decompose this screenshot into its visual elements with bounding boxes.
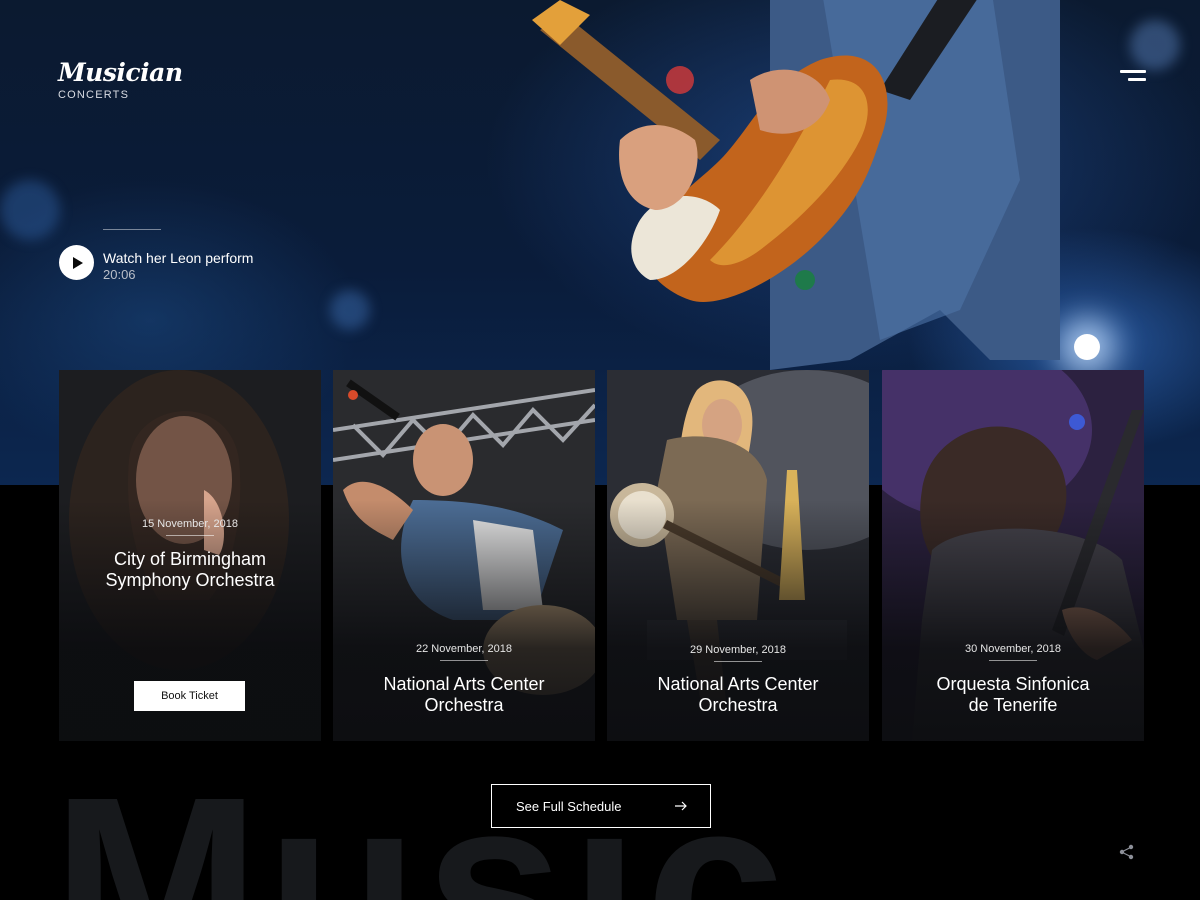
bokeh-light xyxy=(1130,20,1180,70)
date-underline xyxy=(440,660,488,661)
brand-logo[interactable]: Musician CONCERTS xyxy=(58,58,183,101)
logo-subtitle: CONCERTS xyxy=(58,89,130,101)
concert-title: Orquesta Sinfonica de Tenerife xyxy=(936,674,1090,715)
background-watermark: Music xyxy=(52,760,791,900)
concert-date: 29 November, 2018 xyxy=(689,644,786,656)
menu-line xyxy=(1120,70,1146,73)
book-ticket-button[interactable]: Book Ticket xyxy=(134,681,245,711)
concert-date: 30 November, 2018 xyxy=(964,643,1061,655)
arrow-right-icon xyxy=(675,801,687,811)
concert-card[interactable]: 15 November, 2018 City of Birmingham Sym… xyxy=(59,370,321,741)
share-icon[interactable] xyxy=(1118,843,1136,861)
concert-date: 22 November, 2018 xyxy=(415,643,512,655)
bokeh-light xyxy=(330,290,370,330)
date-underline xyxy=(989,660,1037,661)
concert-date: 15 November, 2018 xyxy=(141,518,238,530)
menu-icon[interactable] xyxy=(1118,70,1146,84)
date-underline xyxy=(714,661,762,662)
concert-card[interactable]: 30 November, 2018 Orquesta Sinfonica de … xyxy=(882,370,1144,741)
guitarist-photo xyxy=(532,0,1060,370)
concert-title: City of Birmingham Symphony Orchestra xyxy=(105,549,275,590)
concert-title: National Arts Center Orchestra xyxy=(657,674,819,715)
video-duration: 20:06 xyxy=(103,267,136,282)
video-title[interactable]: Watch her Leon perform xyxy=(103,250,253,266)
see-full-schedule-button[interactable]: See Full Schedule xyxy=(491,784,711,828)
date-underline xyxy=(166,535,214,536)
bokeh-light xyxy=(0,180,60,240)
play-icon xyxy=(72,256,83,269)
schedule-label: See Full Schedule xyxy=(516,798,622,814)
menu-line xyxy=(1128,78,1146,81)
play-button[interactable] xyxy=(59,245,94,280)
concert-card[interactable]: 29 November, 2018 National Arts Center O… xyxy=(607,370,869,741)
concert-title: National Arts Center Orchestra xyxy=(383,674,545,715)
divider-line xyxy=(103,229,161,230)
concert-card[interactable]: 22 November, 2018 National Arts Center O… xyxy=(333,370,595,741)
logo-wordmark: Musician xyxy=(58,58,183,87)
